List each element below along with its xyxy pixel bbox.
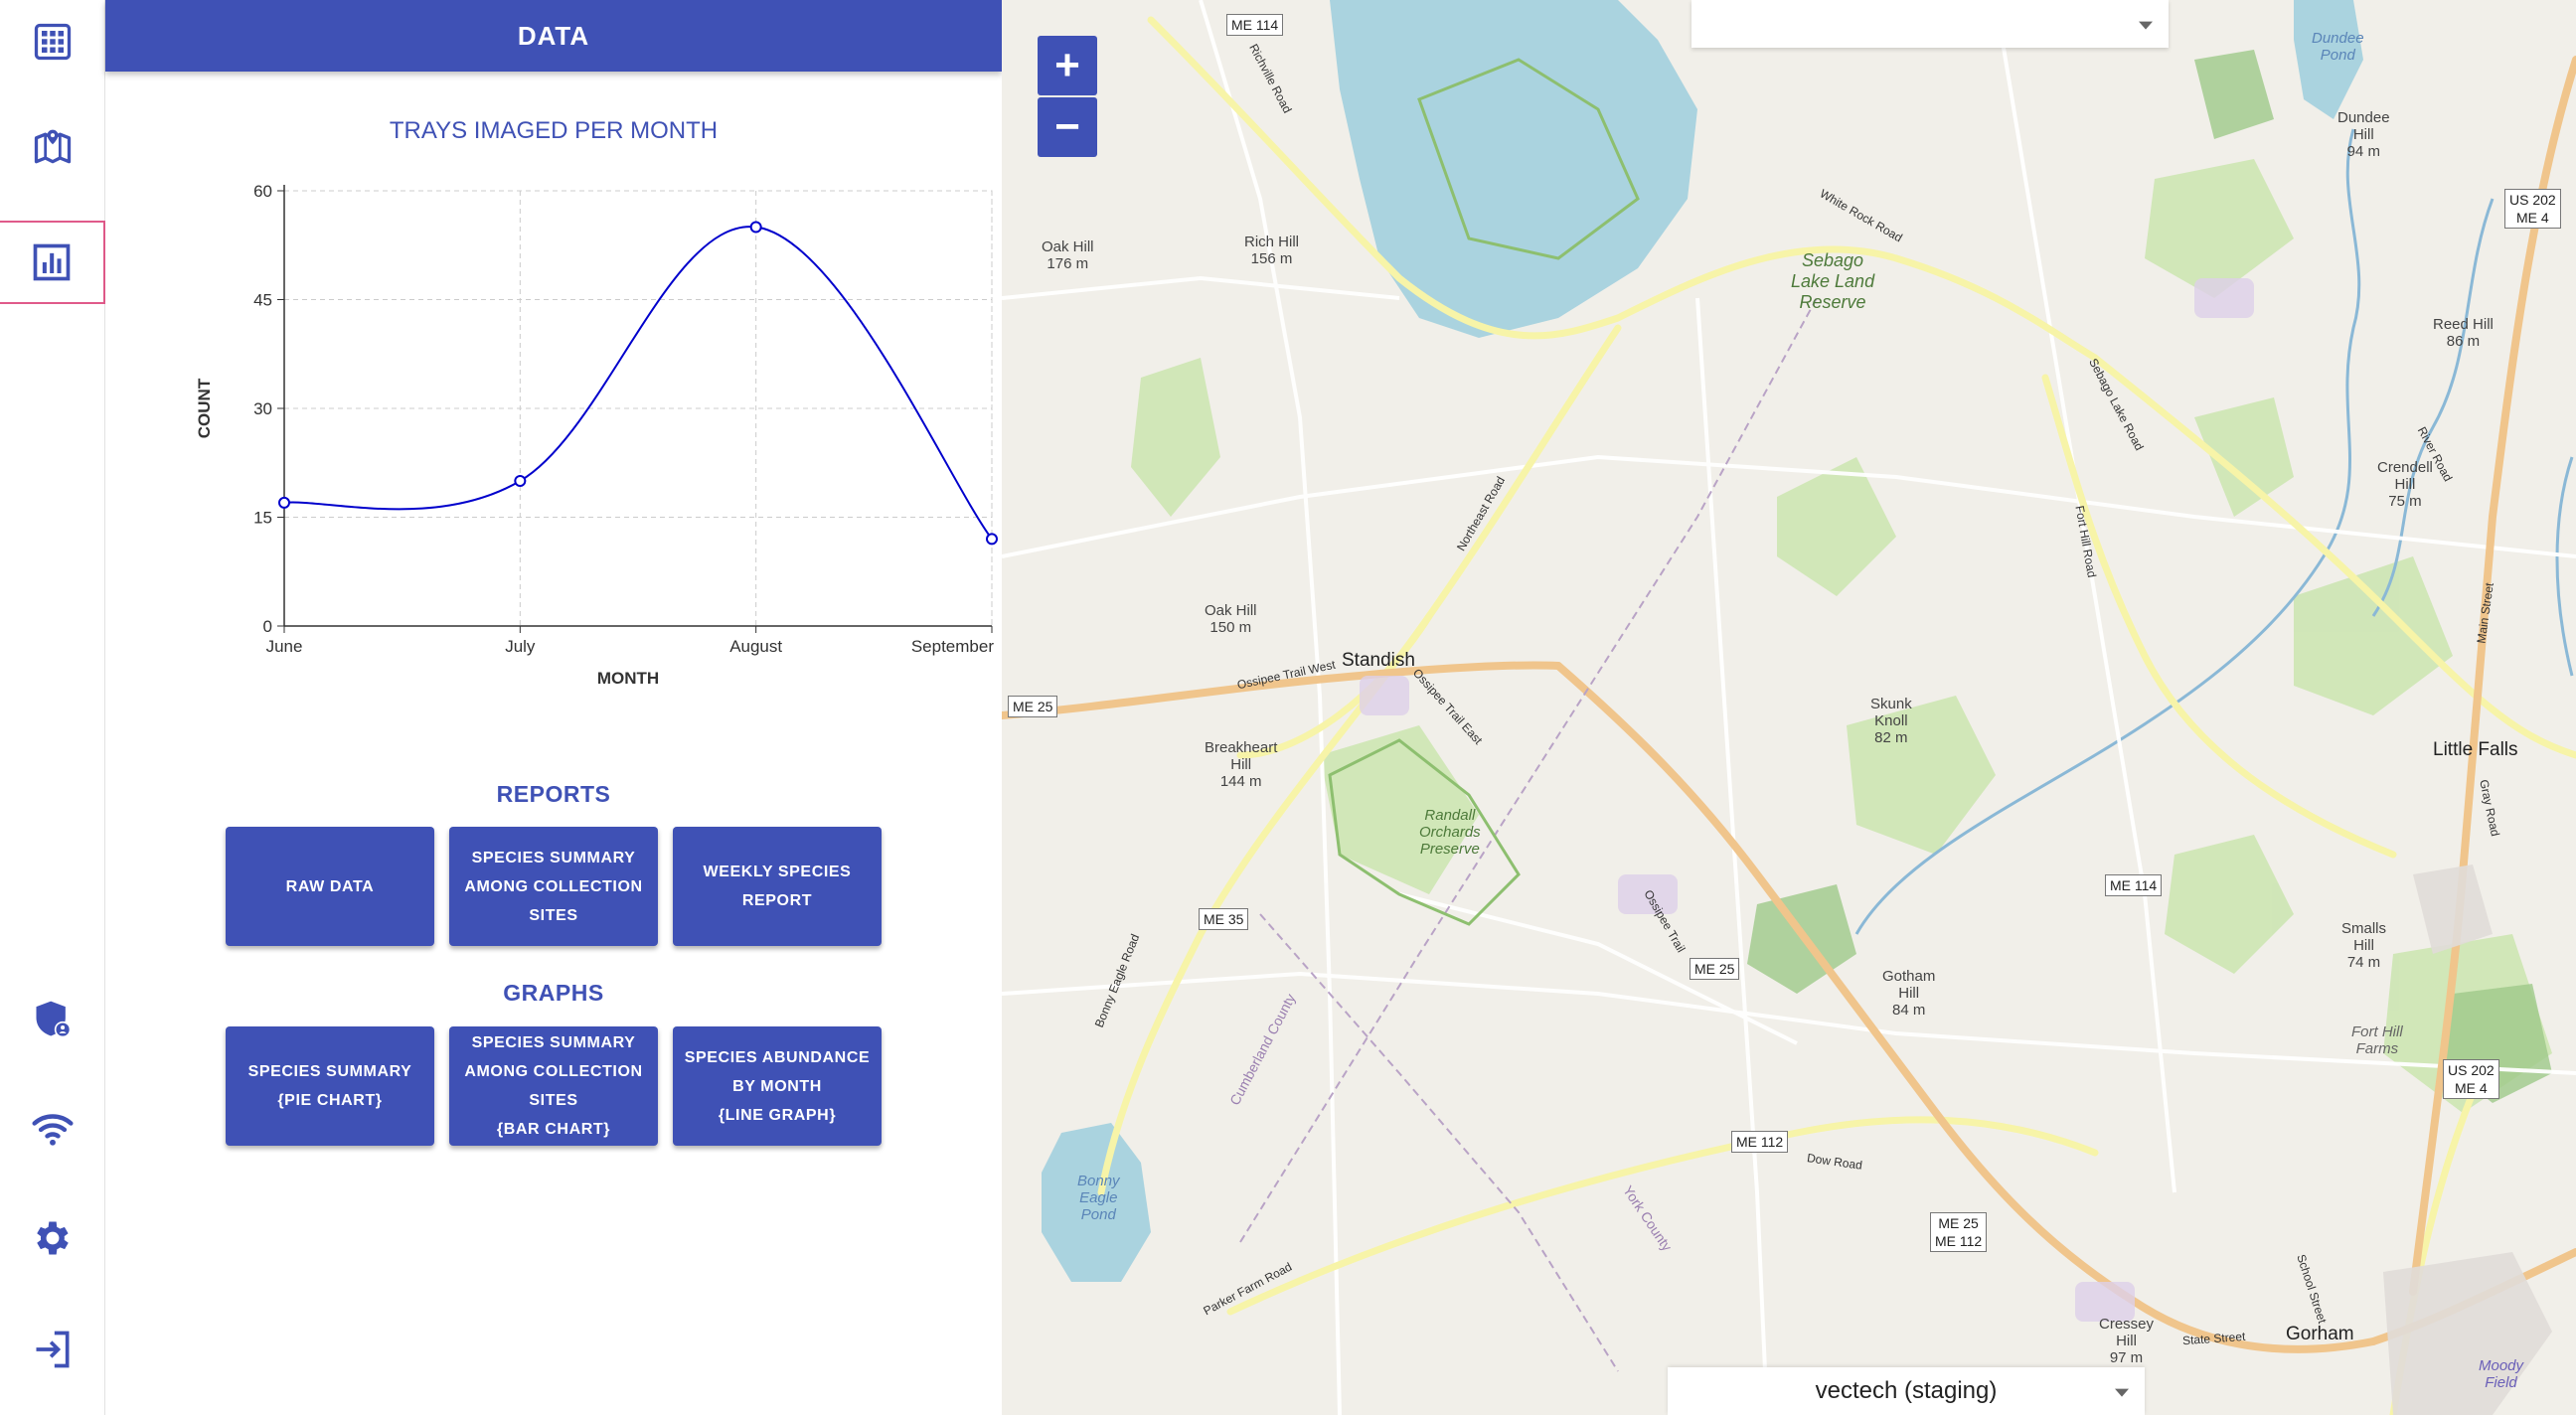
route-shield: ME 25 ME 112: [1930, 1212, 1988, 1252]
environment-select[interactable]: vectech (staging): [1668, 1367, 2145, 1415]
route-shield: ME 114: [2105, 874, 2163, 896]
graphs-title: GRAPHS: [503, 980, 604, 1006]
hill-label: Smalls Hill 74 m: [2341, 920, 2387, 971]
data-point[interactable]: [749, 221, 762, 234]
y-tick-label: 45: [253, 291, 272, 310]
pond-label: Bonny Eagle Pond: [1077, 1173, 1120, 1223]
data-point[interactable]: [514, 475, 527, 487]
route-shield: ME 35: [1199, 908, 1249, 930]
species-summary-report-button[interactable]: SPECIES SUMMARY AMONG COLLECTION SITES: [449, 827, 658, 946]
chart-grid: [283, 190, 993, 627]
hill-label: Dundee Hill 94 m: [2337, 109, 2390, 160]
hill-label: Reed Hill 86 m: [2433, 316, 2494, 350]
x-axis-label: MONTH: [597, 669, 659, 686]
reserve-label: Randall Orchards Preserve: [1419, 807, 1481, 858]
connectivity-button[interactable]: [0, 1087, 105, 1171]
data-panel: DATA TRAYS IMAGED PER MONTH 0 15 30 45 60 Jun…: [105, 0, 1002, 1415]
chart-title: TRAYS IMAGED PER MONTH: [389, 117, 719, 144]
hill-label: Skunk Knoll 82 m: [1870, 696, 1912, 746]
map-layer-select[interactable]: [1691, 0, 2169, 48]
x-tick-label: June: [266, 637, 303, 656]
chevron-down-icon: [2139, 21, 2153, 30]
pond-label: Dundee Pond: [2312, 30, 2364, 64]
species-pie-chart-button[interactable]: SPECIES SUMMARY {PIE CHART}: [226, 1026, 434, 1146]
hill-label: Oak Hill 150 m: [1205, 602, 1257, 636]
weekly-species-report-button[interactable]: WEEKLY SPECIES REPORT: [673, 827, 882, 946]
trays-line-chart: 0 15 30 45 60 June July August September COUNT M…: [195, 182, 998, 686]
chart-axes: 0 15 30 45 60 June July August September: [253, 182, 994, 656]
hill-label: Breakheart Hill 144 m: [1205, 739, 1278, 790]
chevron-down-icon: [2115, 1388, 2129, 1397]
place-label: Little Falls: [2433, 739, 2518, 760]
y-tick-label: 15: [253, 509, 272, 528]
zoom-out-button[interactable]: −: [1038, 97, 1097, 157]
y-tick-label: 60: [253, 182, 272, 201]
x-tick-label: August: [729, 637, 782, 656]
data-point[interactable]: [986, 533, 998, 546]
hill-label: Rich Hill 156 m: [1244, 234, 1300, 267]
login-icon: [36, 1331, 70, 1368]
y-tick-label: 0: [263, 617, 272, 636]
reserve-label: Sebago Lake Land Reserve: [1791, 250, 1875, 312]
x-tick-label: September: [911, 637, 994, 656]
chart-series: [278, 221, 998, 546]
route-shield: ME 25: [1008, 696, 1058, 717]
place-label: Gorham: [2286, 1324, 2354, 1344]
species-bar-chart-button[interactable]: SPECIES SUMMARY AMONG COLLECTION SITES {…: [449, 1026, 658, 1146]
place-label: Standish: [1342, 650, 1415, 671]
reports-title: REPORTS: [496, 781, 611, 807]
login-button[interactable]: [0, 1308, 105, 1391]
hill-label: Gotham Hill 84 m: [1882, 968, 1936, 1019]
environment-select-value: vectech (staging): [1815, 1377, 1998, 1404]
dashboard-grid-button[interactable]: [0, 0, 105, 83]
x-tick-label: July: [505, 637, 536, 656]
grid-icon: [34, 23, 72, 61]
bar-chart-icon: [33, 243, 71, 281]
route-shield: US 202 ME 4: [2443, 1059, 2499, 1099]
farm-label: Fort Hill Farms: [2351, 1023, 2403, 1057]
zoom-in-button[interactable]: +: [1038, 36, 1097, 95]
airfield-label: Moody Field: [2479, 1357, 2524, 1391]
nav-rail: [0, 0, 105, 1415]
route-shield: US 202 ME 4: [2504, 189, 2561, 229]
data-charts-button[interactable]: [0, 221, 105, 304]
shield-user-icon: [36, 1001, 72, 1038]
panel-header: DATA: [105, 0, 1002, 72]
raw-data-button[interactable]: RAW DATA: [226, 827, 434, 946]
map-button[interactable]: [0, 105, 105, 189]
route-shield: ME 112: [1731, 1131, 1789, 1153]
map-tiles: [1002, 0, 2576, 1415]
route-shield: ME 114: [1226, 14, 1284, 36]
hill-label: Crendell Hill 75 m: [2377, 459, 2433, 510]
gear-icon: [37, 1221, 69, 1255]
species-line-graph-button[interactable]: SPECIES ABUNDANCE BY MONTH {LINE GRAPH}: [673, 1026, 882, 1146]
hill-label: Cressey Hill 97 m: [2099, 1316, 2155, 1366]
y-tick-label: 30: [253, 399, 272, 418]
wifi-icon: [32, 1114, 74, 1146]
series-line: [283, 226, 993, 541]
hill-label: Oak Hill 176 m: [1042, 238, 1094, 272]
admin-security-button[interactable]: [0, 978, 105, 1061]
settings-button[interactable]: [0, 1196, 105, 1280]
data-point[interactable]: [278, 496, 290, 509]
map-view[interactable]: + − Standish Little Falls Gorham Oak Hil…: [1002, 0, 2576, 1415]
map-icon: [34, 129, 72, 164]
route-shield: ME 25: [1690, 958, 1740, 980]
y-axis-label: COUNT: [195, 378, 214, 438]
